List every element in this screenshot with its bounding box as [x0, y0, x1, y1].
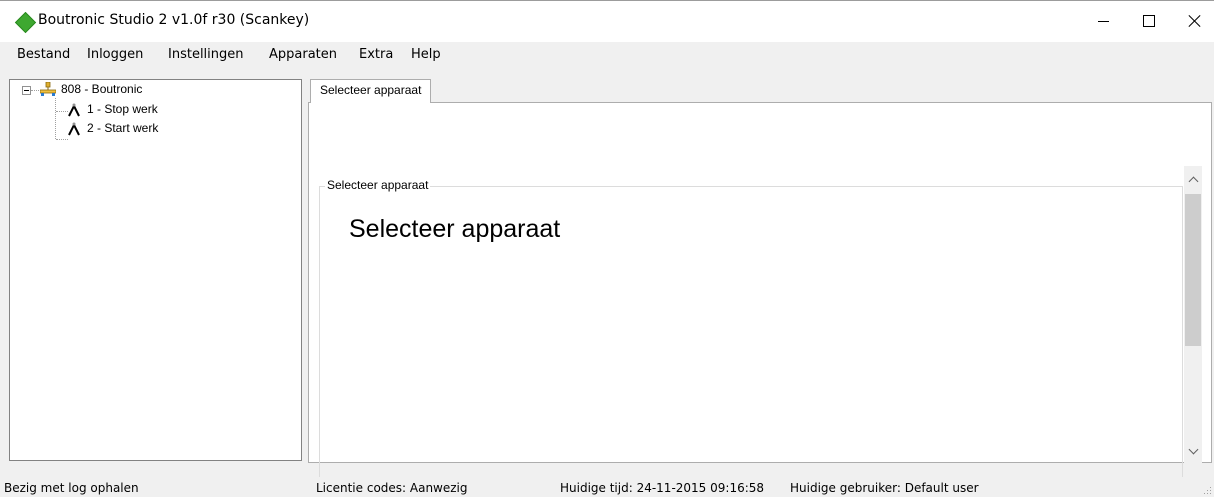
- close-button[interactable]: [1172, 1, 1214, 41]
- device-icon: [68, 122, 80, 136]
- device-tree[interactable]: 808 - Boutronic 1 - Stop werk 2 - Start …: [9, 79, 302, 461]
- status-user: Huidige gebruiker: Default user: [790, 481, 979, 495]
- group-label: Selecteer apparaat: [325, 178, 431, 192]
- menu-bestand[interactable]: Bestand: [17, 47, 70, 62]
- menu-instellingen[interactable]: Instellingen: [168, 47, 244, 62]
- select-device-group: Selecteer apparaat Selecteer apparaat: [319, 178, 1183, 486]
- minimize-button[interactable]: [1080, 1, 1126, 41]
- network-icon: [40, 82, 56, 96]
- maximize-icon: [1143, 15, 1155, 27]
- close-icon: [1188, 14, 1202, 28]
- scroll-thumb[interactable]: [1185, 194, 1201, 346]
- tree-item-stop-werk[interactable]: 1 - Stop werk: [87, 102, 158, 116]
- tree-connector: [31, 90, 39, 91]
- title-bar[interactable]: Boutronic Studio 2 v1.0f r30 (Scankey): [0, 0, 1214, 42]
- tab-panel: Selecteer apparaat Selecteer apparaat: [308, 102, 1212, 486]
- status-bar: Bezig met log ophalen Licentie codes: Aa…: [0, 477, 1214, 497]
- menu-help[interactable]: Help: [411, 47, 441, 62]
- scroll-up-button[interactable]: [1184, 170, 1202, 188]
- device-icon: [68, 103, 80, 117]
- tab-container: Selecteer apparaat Selecteer apparaat Se…: [308, 79, 1212, 486]
- content-heading: Selecteer apparaat: [349, 215, 561, 243]
- status-license: Licentie codes: Aanwezig: [316, 481, 468, 495]
- tree-item-start-werk[interactable]: 2 - Start werk: [87, 121, 158, 135]
- tree-root-label[interactable]: 808 - Boutronic: [61, 82, 142, 96]
- menu-inloggen[interactable]: Inloggen: [87, 47, 143, 62]
- minimize-icon: [1097, 20, 1109, 22]
- vertical-scrollbar[interactable]: [1184, 166, 1202, 463]
- resize-grip-icon[interactable]: [1202, 485, 1212, 495]
- tree-connector: [55, 98, 56, 139]
- menu-bar: Bestand Inloggen Instellingen Apparaten …: [0, 42, 1214, 70]
- app-diamond-icon: [14, 11, 37, 34]
- window-title: Boutronic Studio 2 v1.0f r30 (Scankey): [38, 12, 310, 28]
- collapse-toggle-icon[interactable]: [22, 86, 31, 95]
- maximize-button[interactable]: [1126, 1, 1172, 41]
- menu-apparaten[interactable]: Apparaten: [269, 47, 337, 62]
- status-message: Bezig met log ophalen: [4, 481, 139, 495]
- status-time: Huidige tijd: 24-11-2015 09:16:58: [560, 481, 765, 495]
- chevron-down-icon: [1188, 444, 1198, 454]
- menu-extra[interactable]: Extra: [359, 47, 393, 62]
- tab-selecteer-apparaat[interactable]: Selecteer apparaat: [310, 79, 432, 103]
- scroll-down-button[interactable]: [1184, 442, 1202, 460]
- chevron-up-icon: [1188, 176, 1198, 186]
- main-window: Boutronic Studio 2 v1.0f r30 (Scankey) B…: [0, 0, 1214, 497]
- tree-connector: [56, 139, 68, 140]
